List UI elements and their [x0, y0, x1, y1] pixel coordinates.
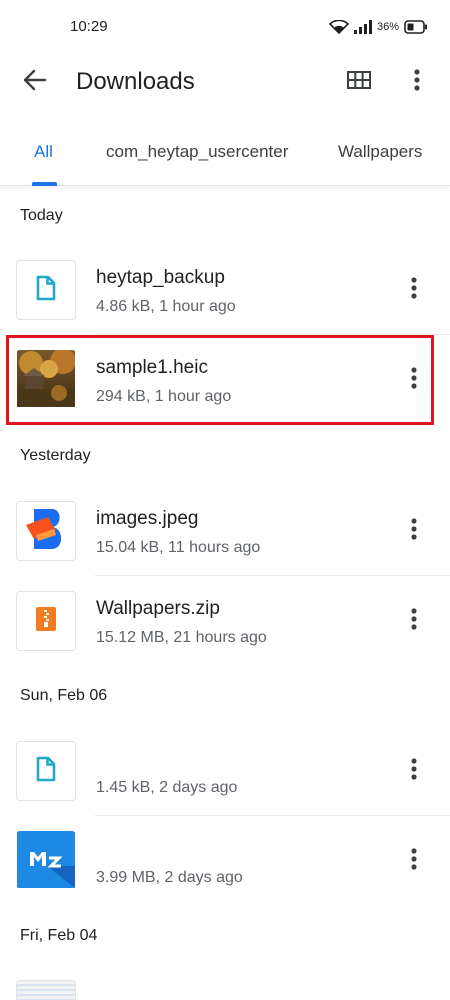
page-title: Downloads — [76, 68, 195, 95]
signal-icon — [353, 20, 372, 34]
item-more-button[interactable] — [404, 757, 424, 785]
list-item[interactable]: Wallpapers.zip 15.12 MB, 21 hours ago — [0, 576, 450, 666]
file-name: Wallpapers.zip — [96, 598, 220, 619]
list-item[interactable]: 1.45 kB, 2 days ago — [0, 726, 450, 816]
list-item[interactable]: sample1.heic 294 kB, 1 hour ago — [0, 335, 450, 425]
more-options-button[interactable] — [408, 68, 426, 96]
file-name: sample1.heic — [96, 357, 208, 378]
file-meta: 294 kB, 1 hour ago — [96, 388, 232, 405]
file-thumbnail — [16, 501, 76, 561]
file-name: images.jpeg — [96, 508, 199, 529]
status-time: 10:29 — [70, 18, 108, 35]
file-thumbnail[interactable] — [16, 980, 76, 1000]
battery-icon — [404, 20, 428, 34]
tab-wallpapers[interactable]: Wallpapers — [338, 142, 422, 162]
file-name: heytap_backup — [96, 267, 225, 288]
b-logo-icon — [22, 505, 70, 558]
file-meta: 4.86 kB, 1 hour ago — [96, 298, 236, 315]
back-button[interactable] — [20, 68, 50, 96]
tab-bar: All com_heytap_usercenter Wallpapers — [0, 120, 450, 186]
section-header-sun-feb-06: Sun, Feb 06 — [20, 687, 108, 704]
section-header-yesterday: Yesterday — [20, 447, 91, 464]
list-item[interactable]: 3.99 MB, 2 days ago — [0, 816, 450, 906]
back-arrow-icon — [23, 69, 47, 96]
doc-icon — [35, 756, 57, 787]
file-thumbnail — [16, 350, 76, 410]
section-header-today: Today — [20, 207, 63, 224]
list-item[interactable]: heytap_backup 4.86 kB, 1 hour ago — [0, 245, 450, 335]
file-meta: 1.45 kB, 2 days ago — [96, 779, 238, 796]
more-vert-icon — [414, 68, 420, 96]
more-vert-icon — [411, 366, 417, 394]
tab-com-heytap-usercenter[interactable]: com_heytap_usercenter — [106, 142, 288, 162]
file-thumbnail — [16, 260, 76, 320]
app-logo-icon — [17, 831, 75, 891]
item-more-button[interactable] — [404, 607, 424, 635]
grid-view-button[interactable] — [346, 70, 372, 94]
more-vert-icon — [411, 517, 417, 545]
file-thumbnail — [16, 741, 76, 801]
more-vert-icon — [411, 607, 417, 635]
file-thumbnail — [16, 591, 76, 651]
file-meta: 15.12 MB, 21 hours ago — [96, 629, 267, 646]
item-more-button[interactable] — [404, 847, 424, 875]
wifi-icon — [328, 20, 349, 34]
more-vert-icon — [411, 757, 417, 785]
battery-percent: 36% — [376, 21, 399, 33]
section-header-fri-feb-04: Fri, Feb 04 — [20, 927, 98, 944]
item-more-button[interactable] — [404, 517, 424, 545]
grid-view-icon — [347, 70, 371, 94]
more-vert-icon — [411, 847, 417, 875]
photo-thumbnail-icon — [17, 350, 76, 410]
active-tab-indicator — [32, 182, 57, 186]
zip-icon — [35, 606, 57, 637]
file-meta: 3.99 MB, 2 days ago — [96, 869, 243, 886]
tab-all[interactable]: All — [34, 142, 53, 162]
status-icons: 36% — [328, 18, 428, 36]
file-thumbnail — [16, 831, 76, 891]
item-more-button[interactable] — [404, 366, 424, 394]
app-bar: Downloads — [0, 58, 450, 106]
status-bar: 10:29 36% — [0, 0, 450, 58]
doc-icon — [35, 275, 57, 306]
item-more-button[interactable] — [404, 276, 424, 304]
file-meta: 15.04 kB, 11 hours ago — [96, 539, 261, 556]
more-vert-icon — [411, 276, 417, 304]
list-item[interactable]: images.jpeg 15.04 kB, 11 hours ago — [0, 486, 450, 576]
